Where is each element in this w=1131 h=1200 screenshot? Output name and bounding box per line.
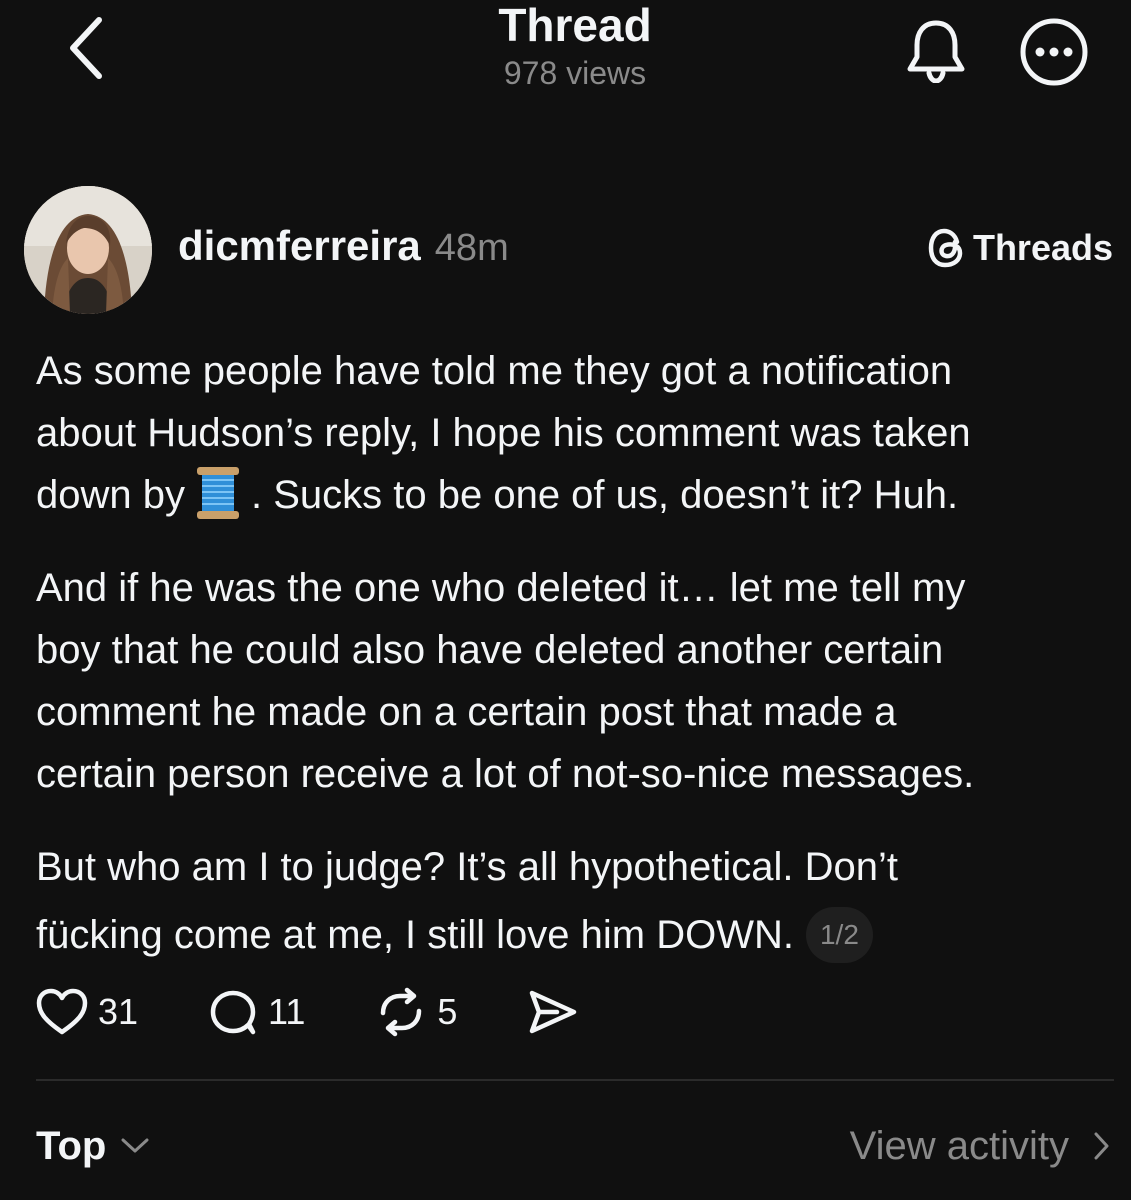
post-text-line: comment he made on a certain post that m… bbox=[36, 690, 897, 735]
post-paragraph: But who am I to judge? It’s all hypothet… bbox=[36, 833, 1126, 969]
repost-icon bbox=[381, 987, 422, 1037]
post-text-line: boy that he could also have deleted anot… bbox=[36, 628, 944, 673]
post-timestamp: 48m bbox=[434, 227, 509, 269]
view-activity-label: View activity bbox=[849, 1123, 1069, 1168]
sort-replies-dropdown[interactable]: Top bbox=[36, 1118, 152, 1174]
post-paragraph: And if he was the one who deleted it… le… bbox=[36, 557, 1126, 805]
like-button[interactable]: 31 bbox=[36, 988, 138, 1036]
chevron-down-icon bbox=[121, 1138, 149, 1153]
divider bbox=[36, 1079, 1114, 1081]
post-body: As some people have told me they got a n… bbox=[36, 340, 1126, 969]
post-text-line: fücking come at me, I still love him DOW… bbox=[36, 913, 794, 958]
threads-label: Threads bbox=[972, 227, 1113, 268]
username[interactable]: dicmferreira bbox=[178, 222, 421, 270]
repost-count: 5 bbox=[437, 991, 458, 1032]
bell-icon bbox=[907, 20, 965, 83]
comment-bubble-icon bbox=[210, 990, 256, 1035]
chevron-left-icon bbox=[70, 17, 102, 79]
author-line: dicmferreira 48m bbox=[178, 222, 509, 272]
view-count: 978 views bbox=[503, 55, 647, 91]
top-bar: Thread 978 views bbox=[0, 0, 1131, 110]
post-text-line: . Sucks to be one of us, doesn’t it? Huh… bbox=[250, 473, 959, 517]
send-icon bbox=[530, 990, 577, 1034]
threads-source-badge[interactable]: Threads bbox=[927, 224, 1113, 272]
notifications-button[interactable] bbox=[900, 14, 972, 86]
post-actions: 31 11 5 bbox=[36, 980, 649, 1044]
header-titles: Thread 978 views bbox=[365, 0, 785, 92]
more-circle-icon bbox=[1020, 18, 1088, 86]
chevron-right-icon bbox=[1094, 1132, 1109, 1160]
post-text-line: And if he was the one who deleted it… le… bbox=[36, 566, 966, 611]
post-paragraph: As some people have told me they got a n… bbox=[36, 340, 1126, 529]
page-indicator-badge[interactable]: 1/2 bbox=[805, 906, 873, 963]
repost-button[interactable]: 5 bbox=[375, 987, 457, 1037]
back-button[interactable] bbox=[52, 8, 122, 88]
reply-count: 11 bbox=[268, 991, 306, 1032]
thread-spool-emoji-icon bbox=[196, 467, 239, 520]
post-text-line: But who am I to judge? It’s all hypothet… bbox=[36, 845, 898, 890]
avatar[interactable] bbox=[24, 186, 152, 314]
threads-logo-icon bbox=[928, 228, 963, 268]
post-text-line: down by bbox=[36, 473, 185, 517]
reply-button[interactable]: 11 bbox=[208, 987, 305, 1037]
heart-icon bbox=[36, 988, 88, 1035]
sort-label: Top bbox=[36, 1123, 107, 1168]
page-title: Thread bbox=[498, 0, 652, 51]
avatar-image bbox=[24, 186, 152, 314]
like-count: 31 bbox=[98, 991, 139, 1032]
post-text-line: certain person receive a lot of not-so-n… bbox=[36, 752, 975, 797]
share-button[interactable] bbox=[527, 988, 579, 1036]
more-options-button[interactable] bbox=[1016, 14, 1092, 90]
post-text-line: about Hudson’s reply, I hope his comment… bbox=[36, 411, 971, 455]
view-activity-link[interactable]: View activity bbox=[850, 1118, 1113, 1174]
post-text-line: As some people have told me they got a n… bbox=[36, 349, 953, 393]
